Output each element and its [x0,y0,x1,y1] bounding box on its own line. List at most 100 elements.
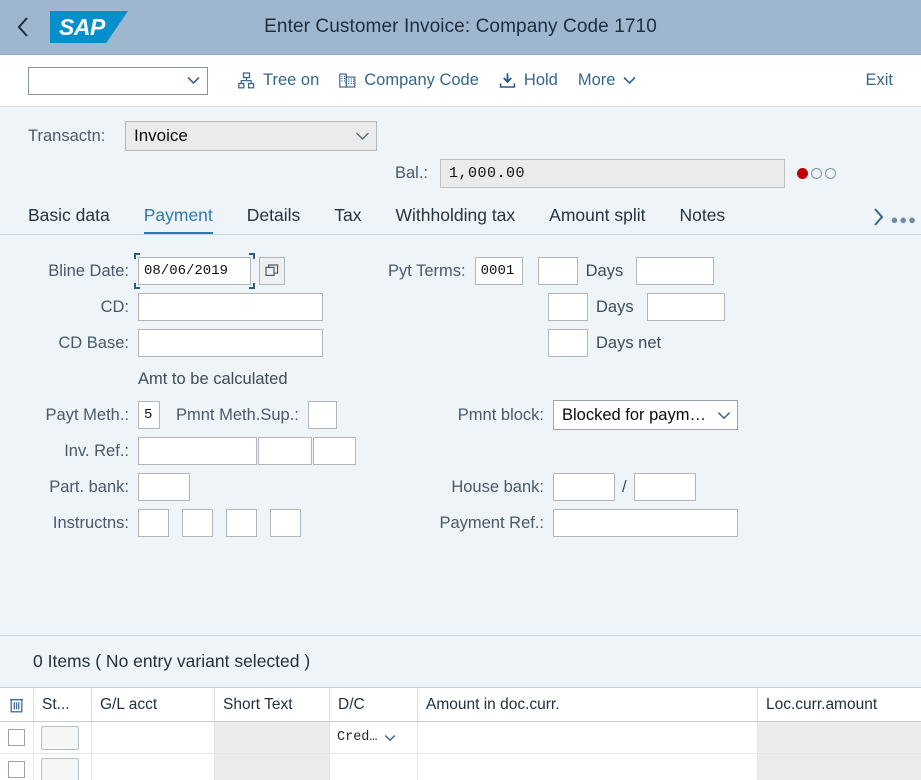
row-amount-doc-curr-cell[interactable] [418,722,758,753]
instructns-input-3[interactable] [226,509,257,537]
days1-percent-input[interactable] [636,257,714,285]
house-bank-separator: / [615,478,634,497]
balance-row: Bal.: 1,000.00 [0,153,921,193]
chevron-down-icon[interactable] [384,734,396,742]
transaction-label: Transactn: [28,127,120,146]
transaction-select[interactable]: Invoice [125,121,377,151]
chevron-left-icon [15,15,31,39]
balance-label: Bal.: [28,164,440,183]
tab-notes[interactable]: Notes [679,205,725,234]
tree-on-label: Tree on [263,71,319,90]
table-row[interactable] [0,754,921,780]
pyt-terms-input[interactable]: 0001 [475,257,523,285]
delete-column-header[interactable] [0,688,34,721]
cd-base-row: CD Base: [28,325,356,361]
inv-ref-input-1[interactable] [138,437,257,465]
pmnt-block-select[interactable]: Blocked for paym… [553,400,738,430]
days1-input[interactable] [538,257,578,285]
part-bank-row: Part. bank: [28,469,356,505]
building-icon [339,72,356,89]
bline-date-input[interactable]: 08/06/2019 [138,257,251,285]
tab-amount-split[interactable]: Amount split [549,205,645,234]
row-select-cell[interactable] [0,722,34,753]
column-header-amount-doc-curr[interactable]: Amount in doc.curr. [418,688,758,721]
status-input[interactable] [41,758,79,780]
pmnt-block-value: Blocked for paym… [562,406,711,425]
table-row[interactable]: Cred… [0,722,921,754]
back-button[interactable] [0,0,46,55]
items-grid: St... G/L acct Short Text D/C Amount in … [0,687,921,780]
amt-note-row: Amt to be calculated [28,361,356,397]
bline-date-value-help-button[interactable] [259,257,285,285]
application-toolbar: Tree on Company Code Hold More [0,55,921,107]
tab-payment[interactable]: Payment [144,205,213,234]
ellipsis-icon[interactable]: ●●● [890,213,917,228]
row-loc-curr-amount-cell [758,754,921,780]
chevron-right-icon[interactable] [871,206,886,228]
house-bank-input-1[interactable] [553,473,615,501]
balance-field: 1,000.00 [440,159,785,188]
row-loc-curr-amount-cell [758,722,921,753]
row-select-cell[interactable] [0,754,34,780]
tab-withholding-tax[interactable]: Withholding tax [396,205,516,234]
column-header-gl-acct[interactable]: G/L acct [92,688,215,721]
light-yellow [811,168,822,179]
cd-base-input[interactable] [138,329,323,357]
row-dc-cell[interactable]: Cred… [330,722,418,753]
payment-ref-input[interactable] [553,509,738,537]
inv-ref-input-3[interactable] [313,437,356,465]
hold-icon [499,72,516,89]
exit-button[interactable]: Exit [859,67,899,94]
variant-select[interactable] [28,67,208,95]
days2-input[interactable] [548,293,588,321]
instructns-row: Instructns: [28,505,356,541]
tab-basic-data[interactable]: Basic data [28,205,110,234]
inv-ref-label: Inv. Ref.: [28,442,138,461]
hold-button[interactable]: Hold [489,67,568,94]
sap-logo: SAP [50,11,128,43]
days-net-input[interactable] [548,329,588,357]
hold-label: Hold [524,71,558,90]
bline-date-label: Bline Date: [28,262,138,281]
column-header-status[interactable]: St... [34,688,92,721]
days2-percent-input[interactable] [647,293,725,321]
column-header-loc-curr-amount[interactable]: Loc.curr.amount [758,688,921,721]
tab-details[interactable]: Details [247,205,301,234]
column-header-short-text[interactable]: Short Text [215,688,330,721]
tree-on-button[interactable]: Tree on [228,67,329,94]
value-help-icon [265,264,279,278]
pyt-terms-label: Pyt Terms: [388,262,475,281]
status-input[interactable] [41,726,79,750]
row-checkbox[interactable] [8,761,25,778]
row-dc-cell[interactable] [330,754,418,780]
row-amount-doc-curr-cell[interactable] [418,754,758,780]
row-gl-acct-cell[interactable] [92,722,215,753]
cd-input[interactable] [138,293,323,321]
amt-to-be-calculated-text: Amt to be calculated [138,370,288,389]
payt-meth-row: Payt Meth.: 5 Pmnt Meth.Sup.: [28,397,356,433]
row-gl-acct-cell[interactable] [92,754,215,780]
pmnt-meth-sup-input[interactable] [308,401,337,429]
days2-row: Days [388,289,738,325]
company-code-button[interactable]: Company Code [329,67,489,94]
house-bank-input-2[interactable] [634,473,696,501]
more-menu-button[interactable]: More [568,67,647,94]
cd-base-label: CD Base: [28,334,138,353]
instructns-input-4[interactable] [270,509,301,537]
light-red [797,168,808,179]
row-checkbox[interactable] [8,729,25,746]
row-short-text-cell [215,754,330,780]
more-label: More [578,71,616,90]
instructns-input-2[interactable] [182,509,213,537]
part-bank-input[interactable] [138,473,190,501]
chevron-down-icon [355,131,370,141]
balance-traffic-lights [797,168,836,179]
payt-meth-input[interactable]: 5 [138,401,160,429]
row-status-cell[interactable] [34,754,92,780]
tab-tax[interactable]: Tax [334,205,361,234]
row-status-cell[interactable] [34,722,92,753]
house-bank-row: House bank: / [388,469,738,505]
column-header-dc[interactable]: D/C [330,688,418,721]
inv-ref-input-2[interactable] [258,437,312,465]
instructns-input-1[interactable] [138,509,169,537]
